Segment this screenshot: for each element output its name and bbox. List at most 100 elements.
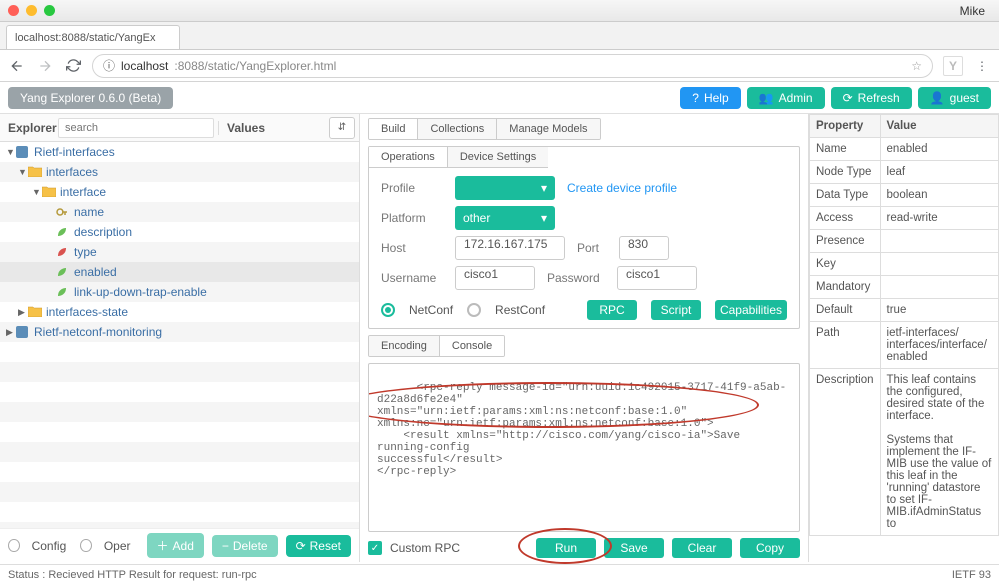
browser-menu-icon[interactable]: ⋮ xyxy=(973,57,991,75)
username-input[interactable]: cisco1 xyxy=(455,266,535,290)
netconf-radio[interactable] xyxy=(381,303,395,317)
password-input[interactable]: cisco1 xyxy=(617,266,697,290)
help-icon: ? xyxy=(692,91,699,105)
tree-node[interactable]: ▶interfaces-state xyxy=(0,302,359,322)
model-tree[interactable]: ▼ Rietf-interfaces ▼interfaces ▼ interface na… xyxy=(0,142,359,528)
copy-button[interactable]: Copy xyxy=(740,538,800,558)
restconf-radio[interactable] xyxy=(467,303,481,317)
platform-dropdown[interactable]: other▾ xyxy=(455,206,555,230)
custom-rpc-label: Custom RPC xyxy=(390,541,460,555)
oper-radio[interactable] xyxy=(80,539,92,552)
host-input[interactable]: 172.16.167.175 xyxy=(455,236,565,260)
prop-key: Presence xyxy=(810,230,881,253)
config-radio[interactable] xyxy=(8,539,20,552)
admin-button[interactable]: 👥Admin xyxy=(747,87,825,109)
caret-icon: ▶ xyxy=(18,307,28,318)
delete-button[interactable]: − Delete xyxy=(212,535,278,557)
tree-node-label: link-up-down-trap-enable xyxy=(74,285,207,299)
prop-row: Key xyxy=(810,253,999,276)
profile-dropdown[interactable]: ▾ xyxy=(455,176,555,200)
run-button[interactable]: Run xyxy=(536,538,596,558)
tree-node[interactable]: ▼ interface xyxy=(0,182,359,202)
browser-tab[interactable]: localhost:8088/static/YangEx xyxy=(6,25,180,49)
property-pane: PropertyValueNameenabledNode TypeleafDat… xyxy=(809,114,999,562)
tab-manage-models[interactable]: Manage Models xyxy=(497,119,599,139)
help-button[interactable]: ?Help xyxy=(680,87,740,109)
url-path: :8088/static/YangExplorer.html xyxy=(174,59,336,73)
tab-collections[interactable]: Collections xyxy=(418,119,497,139)
tree-node-label: interfaces xyxy=(46,165,98,179)
refresh-icon: ⟳ xyxy=(843,91,853,105)
profile-label: Profile xyxy=(381,181,443,195)
admin-icon: 👥 xyxy=(759,91,774,105)
prop-row: Defaulttrue xyxy=(810,299,999,322)
clear-button[interactable]: Clear xyxy=(672,538,732,558)
custom-rpc-checkbox[interactable]: ✓ xyxy=(368,541,382,555)
yandex-icon[interactable]: Y xyxy=(943,56,963,76)
expand-toggle-icon[interactable]: ⇵ xyxy=(329,117,355,139)
tree-empty-row xyxy=(0,462,359,482)
prop-value: boolean xyxy=(880,184,998,207)
prop-value: true xyxy=(880,299,998,322)
console-output[interactable]: <rpc-reply message-id="urn:uuid:1c492015… xyxy=(368,363,800,532)
tree-node-label: Rietf-netconf-monitoring xyxy=(34,325,162,339)
folder-icon xyxy=(42,186,56,198)
leaf-icon xyxy=(56,286,70,298)
tree-empty-row xyxy=(0,422,359,442)
prop-row: DescriptionThis leaf contains the config… xyxy=(810,369,999,536)
minimize-window[interactable] xyxy=(26,5,37,16)
save-button[interactable]: Save xyxy=(604,538,664,558)
tree-node[interactable]: name xyxy=(0,202,359,222)
prop-row: Presence xyxy=(810,230,999,253)
tab-build[interactable]: Build xyxy=(369,119,418,139)
chevron-down-icon: ▾ xyxy=(541,181,547,195)
back-icon[interactable] xyxy=(8,57,26,75)
create-profile-link[interactable]: Create device profile xyxy=(567,181,677,195)
tree-node[interactable]: description xyxy=(0,222,359,242)
zoom-window[interactable] xyxy=(44,5,55,16)
prop-key: Mandatory xyxy=(810,276,881,299)
browser-tabstrip: localhost:8088/static/YangEx xyxy=(0,22,999,50)
tree-node[interactable]: ▼interfaces xyxy=(0,162,359,182)
address-bar[interactable]: ⓘ localhost:8088/static/YangExplorer.htm… xyxy=(92,54,933,78)
mod-icon xyxy=(16,326,30,338)
folder-icon xyxy=(28,306,42,318)
tab-console[interactable]: Console xyxy=(440,336,504,356)
tree-node-label: name xyxy=(74,205,104,219)
tree-node[interactable]: ▶Rietf-netconf-monitoring xyxy=(0,322,359,342)
tree-empty-row xyxy=(0,502,359,522)
port-input[interactable]: 830 xyxy=(619,236,669,260)
tree-node[interactable]: enabled xyxy=(0,262,359,282)
refresh-button[interactable]: ⟳Refresh xyxy=(831,87,912,109)
site-info-icon[interactable]: ⓘ xyxy=(103,57,115,74)
reset-button[interactable]: ⟳ Reset xyxy=(286,535,351,557)
search-input[interactable] xyxy=(58,118,214,138)
guest-button[interactable]: 👤guest xyxy=(918,87,991,109)
prop-value: leaf xyxy=(880,161,998,184)
tree-node[interactable]: ▼ Rietf-interfaces xyxy=(0,142,359,162)
close-window[interactable] xyxy=(8,5,19,16)
prop-header: Property xyxy=(810,115,881,138)
forward-icon[interactable] xyxy=(36,57,54,75)
status-right: IETF 93 xyxy=(952,569,991,581)
tree-node-label: interface xyxy=(60,185,106,199)
prop-key: Description xyxy=(810,369,881,536)
capabilities-button[interactable]: Capabilities xyxy=(715,300,787,320)
caret-icon: ▼ xyxy=(6,147,16,157)
main-tabs: Build Collections Manage Models xyxy=(368,118,601,140)
user-icon: 👤 xyxy=(930,91,945,105)
tab-device-settings[interactable]: Device Settings xyxy=(448,147,548,167)
add-button[interactable]: ＋ Add xyxy=(147,533,204,558)
script-button[interactable]: Script xyxy=(651,300,701,320)
prop-value: enabled xyxy=(880,138,998,161)
tree-node-label: Rietf-interfaces xyxy=(34,145,115,159)
tab-operations[interactable]: Operations xyxy=(369,147,448,167)
action-bar: ✓ Custom RPC Run Save Clear Copy xyxy=(368,532,800,558)
tree-node[interactable]: link-up-down-trap-enable xyxy=(0,282,359,302)
caret-icon: ▼ xyxy=(32,187,42,197)
rpc-button[interactable]: RPC xyxy=(587,300,637,320)
bookmark-star-icon[interactable]: ☆ xyxy=(911,59,922,73)
tree-node[interactable]: type xyxy=(0,242,359,262)
tab-encoding[interactable]: Encoding xyxy=(369,336,440,356)
reload-icon[interactable] xyxy=(64,57,82,75)
